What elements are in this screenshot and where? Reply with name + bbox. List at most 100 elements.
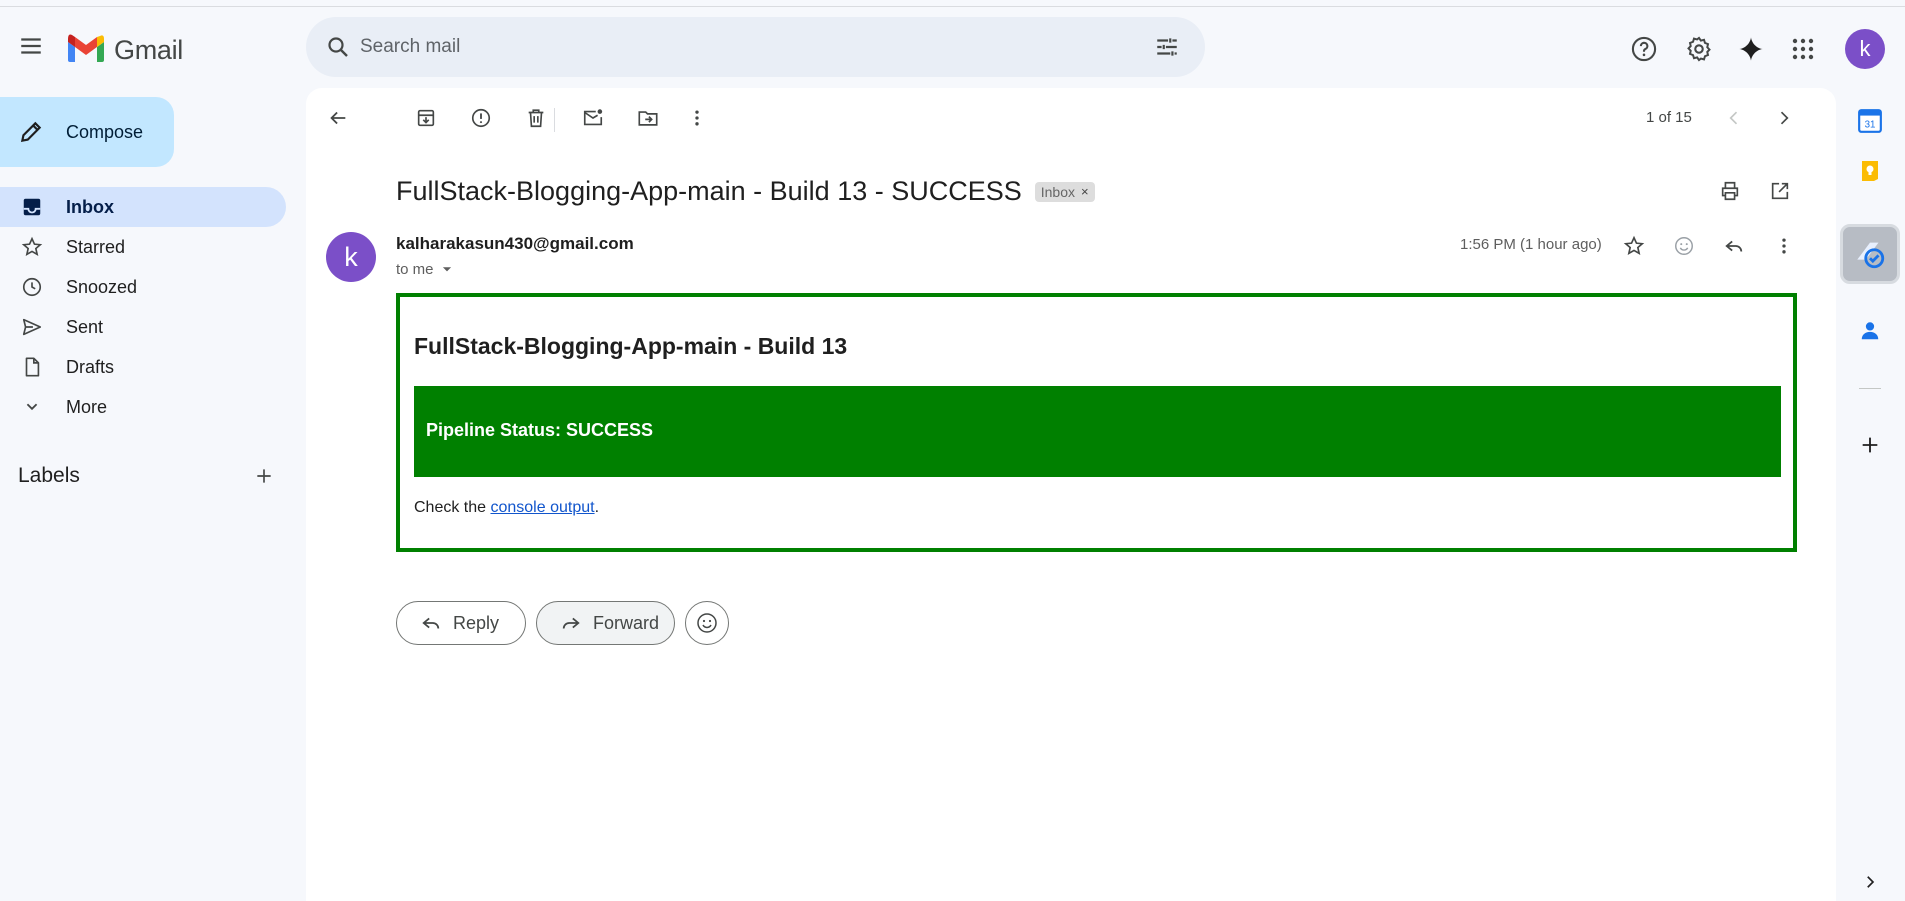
search-options-icon[interactable] — [1149, 29, 1185, 65]
message-subject: FullStack-Blogging-App-main - Build 13 -… — [396, 176, 1022, 206]
emoji-icon — [695, 611, 719, 635]
sidebar-item-label: Inbox — [66, 196, 114, 217]
side-panel: 31 — [1836, 88, 1905, 901]
main-menu-button[interactable] — [12, 27, 50, 65]
open-in-new-icon — [1769, 180, 1791, 202]
sidebar-item-sent[interactable]: Sent — [0, 307, 286, 347]
add-reaction-button[interactable] — [1664, 226, 1704, 266]
report-icon — [470, 107, 492, 129]
open-new-window-button[interactable] — [1762, 173, 1798, 209]
search-bar[interactable] — [306, 17, 1205, 77]
caret-down-icon[interactable] — [438, 260, 456, 278]
trash-icon — [525, 107, 547, 129]
message-subject-row: FullStack-Blogging-App-main - Build 13 -… — [396, 176, 1095, 207]
sidebar-item-label: Snoozed — [66, 276, 138, 297]
gmail-m-icon — [66, 33, 106, 68]
star-message-button[interactable] — [1614, 226, 1654, 266]
arrow-back-icon — [327, 107, 349, 129]
tasks-app-button[interactable] — [1840, 224, 1900, 284]
add-label-icon[interactable] — [248, 460, 280, 492]
apps-grid-icon — [1791, 37, 1815, 61]
back-button[interactable] — [320, 100, 356, 136]
delete-button[interactable] — [518, 100, 554, 136]
print-icon — [1719, 180, 1741, 202]
account-avatar[interactable]: k — [1845, 29, 1885, 69]
labels-title: Labels — [18, 464, 80, 487]
forward-button[interactable]: Forward — [536, 601, 675, 645]
emoji-reaction-button[interactable] — [685, 601, 729, 645]
pipeline-status-banner: Pipeline Status: SUCCESS — [414, 386, 1781, 477]
mark-unread-icon — [582, 107, 604, 129]
add-icon — [1859, 434, 1881, 456]
move-to-button[interactable] — [630, 100, 666, 136]
newer-button[interactable] — [1716, 100, 1752, 136]
recipient-label: to me — [396, 260, 434, 278]
get-addons-button[interactable] — [1849, 424, 1891, 466]
message-timestamp: 1:56 PM (1 hour ago) — [1460, 236, 1602, 253]
message-view: 1 of 15 FullStack-Blogging-App-main - Bu… — [306, 88, 1836, 901]
top-header: Gmail k — [0, 7, 1905, 87]
more-actions-button[interactable] — [679, 100, 715, 136]
settings-button[interactable] — [1679, 29, 1719, 69]
remove-label-icon[interactable]: × — [1081, 184, 1089, 199]
sidebar-item-more[interactable]: More — [0, 387, 286, 427]
sidebar-item-inbox[interactable]: Inbox — [0, 187, 286, 227]
recipient-row[interactable]: to me — [396, 260, 456, 278]
console-output-line: Check the console output. — [414, 499, 599, 517]
sparkle-icon — [1737, 35, 1765, 63]
side-panel-divider — [1859, 388, 1881, 389]
sidebar-item-drafts[interactable]: Drafts — [0, 347, 286, 387]
tasks-icon — [1853, 237, 1887, 271]
inbox-label-chip[interactable]: Inbox × — [1034, 181, 1095, 202]
reply-label: Reply — [453, 612, 500, 633]
console-output-link[interactable]: console output — [490, 499, 594, 516]
forward-label: Forward — [593, 612, 660, 633]
message-more-button[interactable] — [1764, 226, 1804, 266]
show-side-panel-button[interactable] — [1849, 861, 1891, 901]
draft-icon — [20, 355, 44, 379]
forward-icon — [559, 611, 583, 635]
print-all-button[interactable] — [1712, 173, 1748, 209]
pencil-icon — [18, 119, 44, 145]
gear-icon — [1685, 35, 1713, 63]
older-button[interactable] — [1766, 100, 1802, 136]
gemini-button[interactable] — [1731, 29, 1771, 69]
chevron-left-icon — [1724, 108, 1744, 128]
email-body: FullStack-Blogging-App-main - Build 13 P… — [396, 293, 1797, 552]
move-folder-icon — [637, 107, 659, 129]
support-button[interactable] — [1624, 29, 1664, 69]
sidebar-item-label: Sent — [66, 316, 104, 337]
contacts-app-button[interactable] — [1849, 310, 1891, 352]
window-top-border — [0, 0, 1905, 7]
archive-icon — [415, 107, 437, 129]
search-icon[interactable] — [320, 29, 356, 65]
label-chip-text: Inbox — [1040, 183, 1075, 200]
search-input[interactable] — [360, 27, 1120, 67]
inbox-icon — [20, 195, 44, 219]
check-suffix: . — [594, 499, 600, 516]
star-icon — [1623, 235, 1645, 257]
reply-button-header[interactable] — [1714, 226, 1754, 266]
mark-unread-button[interactable] — [575, 100, 611, 136]
gmail-logo[interactable]: Gmail — [66, 33, 183, 68]
pagination-count: 1 of 15 — [1646, 109, 1692, 126]
reply-button[interactable]: Reply — [396, 601, 526, 645]
sender-email[interactable]: kalharakasun430@gmail.com — [396, 234, 634, 254]
archive-button[interactable] — [408, 100, 444, 136]
calendar-app-button[interactable]: 31 — [1849, 100, 1891, 142]
send-icon — [20, 315, 44, 339]
check-prefix: Check the — [414, 499, 491, 516]
more-vert-icon — [687, 108, 707, 128]
chevron-right-icon — [1774, 108, 1794, 128]
sidebar-item-starred[interactable]: Starred — [0, 227, 286, 267]
keep-app-button[interactable] — [1849, 150, 1891, 192]
calendar-icon: 31 — [1857, 108, 1883, 134]
sidebar-item-label: Starred — [66, 236, 126, 257]
reply-icon — [419, 611, 443, 635]
google-apps-button[interactable] — [1783, 29, 1823, 69]
help-icon — [1630, 35, 1658, 63]
compose-button[interactable]: Compose — [0, 97, 174, 167]
report-spam-button[interactable] — [463, 100, 499, 136]
sender-avatar[interactable]: k — [326, 232, 376, 282]
sidebar-item-snoozed[interactable]: Snoozed — [0, 267, 286, 307]
